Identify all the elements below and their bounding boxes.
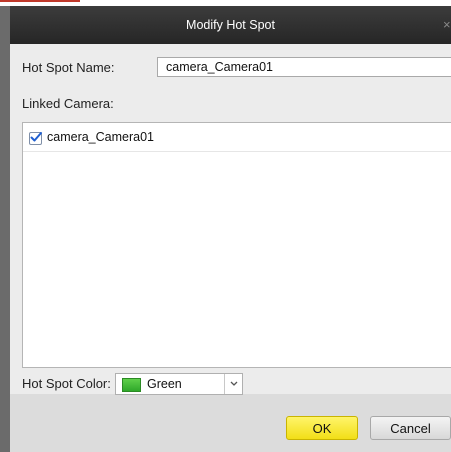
linked-camera-list[interactable]: camera_Camera01 [22,122,451,368]
dialog-titlebar: Modify Hot Spot × [10,6,451,44]
hot-spot-color-label: Hot Spot Color: [22,376,111,391]
hot-spot-name-label: Hot Spot Name: [22,60,115,75]
select-divider [224,374,225,394]
camera-label: camera_Camera01 [47,130,154,144]
camera-checkbox[interactable] [29,132,42,145]
close-icon[interactable]: × [443,18,451,32]
ok-button[interactable]: OK [286,416,358,440]
hot-spot-name-input[interactable] [157,57,451,77]
dialog-title: Modify Hot Spot [186,18,275,32]
chevron-down-icon[interactable] [228,376,240,390]
color-value: Green [147,377,182,391]
window-edge [0,6,10,452]
list-item[interactable]: camera_Camera01 [23,129,451,152]
top-accent-bar [0,0,80,2]
green-swatch-icon [122,378,141,392]
linked-camera-label: Linked Camera: [22,96,114,111]
checkmark-icon [30,132,42,142]
cancel-button[interactable]: Cancel [370,416,451,440]
hot-spot-color-select[interactable]: Green [115,373,243,395]
